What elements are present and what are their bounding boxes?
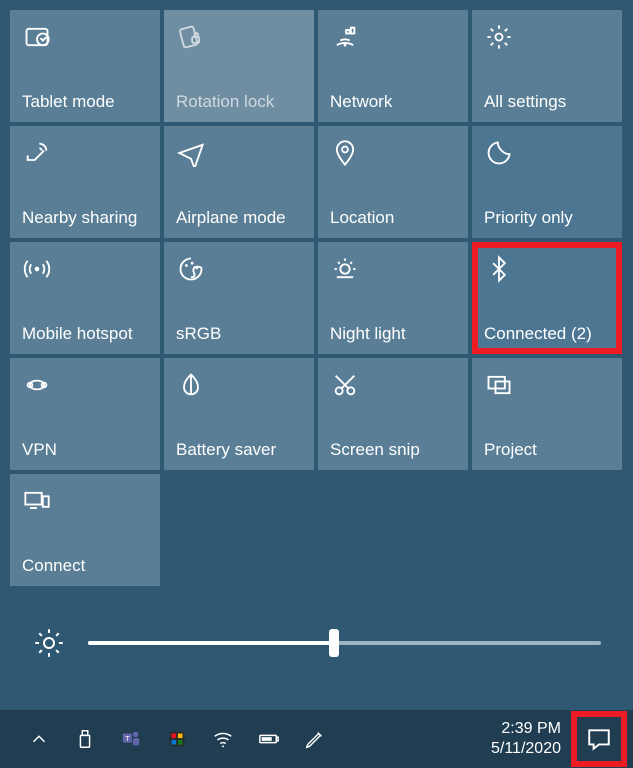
- nearby-sharing-icon: [22, 138, 52, 168]
- tile-project[interactable]: Project: [472, 358, 622, 470]
- tile-label: VPN: [22, 440, 152, 460]
- tablet-mode-icon: [22, 22, 52, 52]
- mobile-hotspot-icon: [22, 254, 52, 284]
- tile-airplane-mode[interactable]: Airplane mode: [164, 126, 314, 238]
- tile-mobile-hotspot[interactable]: Mobile hotspot: [10, 242, 160, 354]
- tray-teams-icon[interactable]: T: [118, 726, 144, 752]
- brightness-slider-row: [10, 626, 623, 660]
- tile-label: Battery saver: [176, 440, 306, 460]
- clock-date: 5/11/2020: [491, 739, 561, 759]
- tile-priority-only[interactable]: Priority only: [472, 126, 622, 238]
- tile-nearby-sharing[interactable]: Nearby sharing: [10, 126, 160, 238]
- network-icon: [330, 22, 360, 52]
- location-icon: [330, 138, 360, 168]
- tile-label: Airplane mode: [176, 208, 306, 228]
- tile-label: Connected (2): [484, 324, 614, 344]
- brightness-slider[interactable]: [88, 641, 601, 645]
- bluetooth-icon: [484, 254, 514, 284]
- screen-snip-icon: [330, 370, 360, 400]
- tile-network[interactable]: Network: [318, 10, 468, 122]
- tile-label: Nearby sharing: [22, 208, 152, 228]
- tile-screen-snip[interactable]: Screen snip: [318, 358, 468, 470]
- tile-bluetooth[interactable]: Connected (2): [472, 242, 622, 354]
- tile-label: Location: [330, 208, 460, 228]
- tray-chevron-up-icon[interactable]: [26, 726, 52, 752]
- tile-label: Network: [330, 92, 460, 112]
- taskbar-clock[interactable]: 2:39 PM 5/11/2020: [491, 719, 567, 759]
- tile-label: Tablet mode: [22, 92, 152, 112]
- tray-battery-icon[interactable]: [256, 726, 282, 752]
- tile-all-settings[interactable]: All settings: [472, 10, 622, 122]
- tile-label: All settings: [484, 92, 614, 112]
- vpn-icon: [22, 370, 52, 400]
- project-icon: [484, 370, 514, 400]
- tile-rotation-lock[interactable]: Rotation lock: [164, 10, 314, 122]
- tile-vpn[interactable]: VPN: [10, 358, 160, 470]
- clock-time: 2:39 PM: [491, 719, 561, 739]
- tile-battery-saver[interactable]: Battery saver: [164, 358, 314, 470]
- tile-connect[interactable]: Connect: [10, 474, 160, 586]
- srgb-icon: [176, 254, 206, 284]
- rotation-lock-icon: [176, 22, 206, 52]
- priority-only-icon: [484, 138, 514, 168]
- brightness-icon: [32, 626, 66, 660]
- tile-label: Connect: [22, 556, 152, 576]
- airplane-mode-icon: [176, 138, 206, 168]
- connect-icon: [22, 486, 52, 516]
- all-settings-icon: [484, 22, 514, 52]
- svg-text:T: T: [125, 734, 130, 743]
- tile-label: Priority only: [484, 208, 614, 228]
- tile-label: Night light: [330, 324, 460, 344]
- tile-srgb[interactable]: sRGB: [164, 242, 314, 354]
- action-center-button[interactable]: [571, 711, 627, 767]
- tile-label: Rotation lock: [176, 92, 306, 112]
- battery-saver-icon: [176, 370, 206, 400]
- night-light-icon: [330, 254, 360, 284]
- tile-label: Project: [484, 440, 614, 460]
- tile-label: sRGB: [176, 324, 306, 344]
- tile-label: Mobile hotspot: [22, 324, 152, 344]
- tile-tablet-mode[interactable]: Tablet mode: [10, 10, 160, 122]
- tile-label: Screen snip: [330, 440, 460, 460]
- tray-pen-icon[interactable]: [302, 726, 328, 752]
- tile-location[interactable]: Location: [318, 126, 468, 238]
- tray-usb-icon[interactable]: [72, 726, 98, 752]
- tray-powertoys-icon[interactable]: [164, 726, 190, 752]
- tray-wifi-icon[interactable]: [210, 726, 236, 752]
- tile-night-light[interactable]: Night light: [318, 242, 468, 354]
- taskbar: T 2:39 PM 5/11/2020: [0, 710, 633, 768]
